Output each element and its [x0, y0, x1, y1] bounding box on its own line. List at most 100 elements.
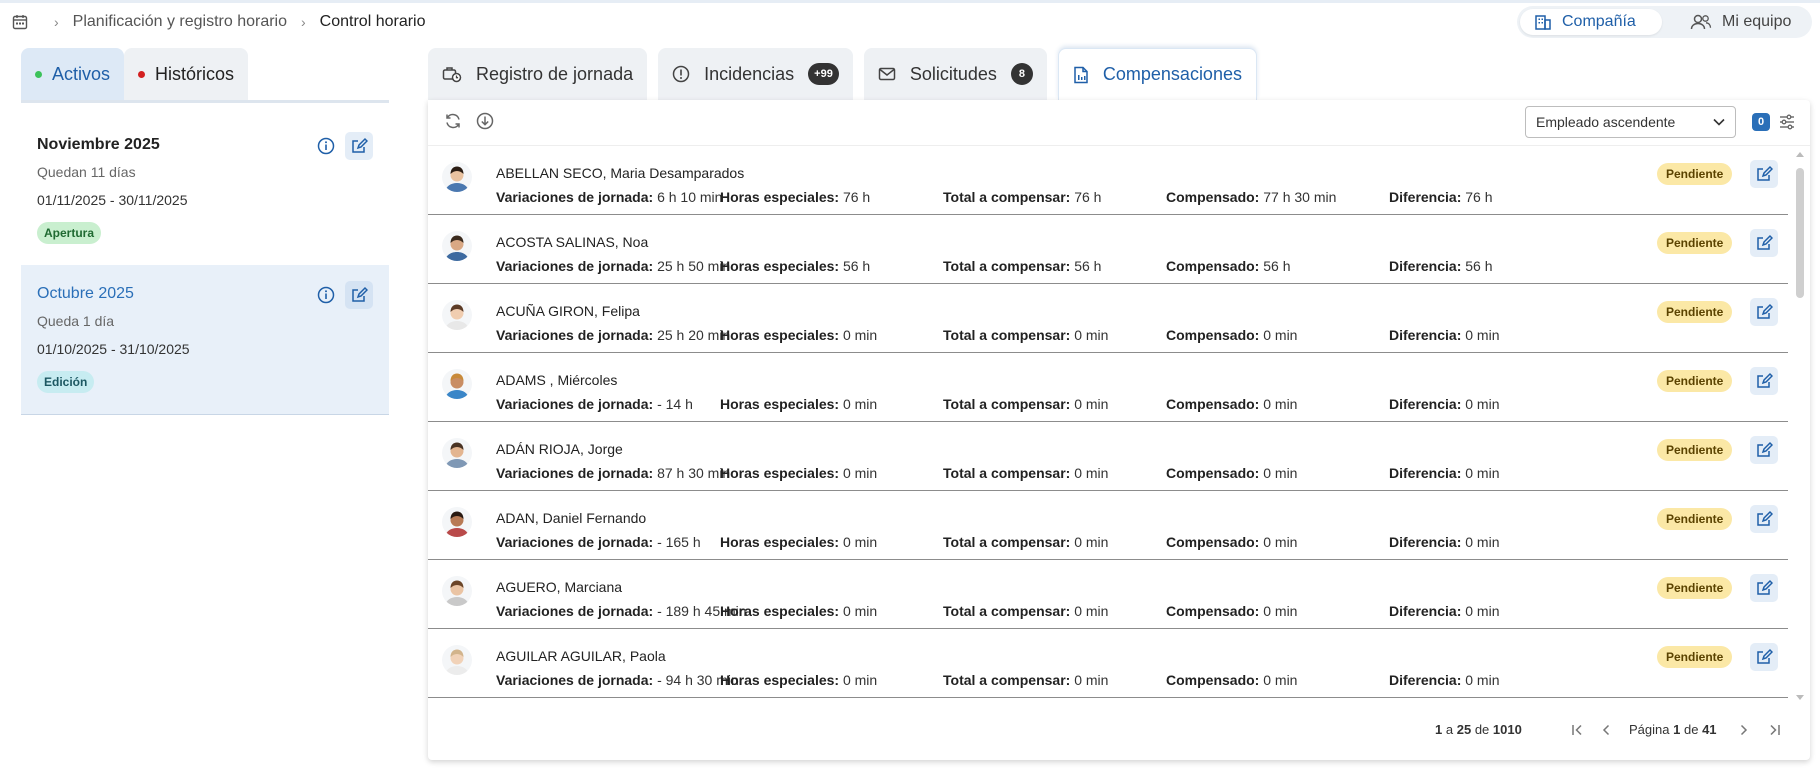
tab-active[interactable]: Activos — [21, 48, 125, 100]
filter-settings-icon[interactable] — [1778, 113, 1796, 131]
edit-row-button[interactable] — [1750, 574, 1778, 602]
edit-period-button[interactable] — [345, 132, 373, 160]
table-row[interactable]: ADAMS , Miércoles Variaciones de jornada:… — [428, 353, 1788, 422]
table-row[interactable]: ADÁN RIOJA, Jorge Variaciones de jornada:… — [428, 422, 1788, 491]
status-badge: Pendiente — [1657, 577, 1733, 599]
table-row[interactable]: AGUILAR AGUILAR, Paola Variaciones de jor… — [428, 629, 1788, 698]
field-label: Horas especiales: — [720, 465, 840, 481]
field-total: Total a compensar: 0 min — [943, 603, 1108, 619]
field-label: Diferencia: — [1389, 327, 1462, 343]
info-icon[interactable] — [317, 137, 335, 155]
page-de: de — [1683, 722, 1699, 737]
field-value: 0 min — [1263, 465, 1298, 481]
edit-period-button[interactable] — [345, 281, 373, 309]
field-difference: Diferencia: 0 min — [1389, 396, 1499, 412]
edit-row-button[interactable] — [1750, 160, 1778, 188]
edit-row-button[interactable] — [1750, 298, 1778, 326]
first-page-button[interactable] — [1568, 720, 1588, 740]
filter-count-badge[interactable]: 0 — [1752, 113, 1770, 131]
last-page-button[interactable] — [1764, 720, 1784, 740]
employee-name[interactable]: ADÁN RIOJA, Jorge — [496, 441, 623, 457]
edit-row-button[interactable] — [1750, 436, 1778, 464]
sort-select[interactable]: Empleado ascendente — [1525, 106, 1736, 138]
company-label: Compañía — [1562, 13, 1636, 30]
employee-name[interactable]: ABELLAN SECO, Maria Desamparados — [496, 165, 744, 181]
tab-history-label: Históricos — [155, 63, 235, 84]
tab-history[interactable]: Históricos — [124, 48, 249, 100]
table-row[interactable]: ACUÑA GIRON, Felipa Variaciones de jornad… — [428, 284, 1788, 353]
left-tabs: Activos Históricos — [21, 48, 389, 103]
pagination-range: 1 a 25 de 1010 — [1435, 722, 1522, 737]
employee-name[interactable]: ADAMS , Miércoles — [496, 372, 617, 388]
field-label: Diferencia: — [1389, 534, 1462, 550]
edit-row-button[interactable] — [1750, 367, 1778, 395]
field-label: Diferencia: — [1389, 258, 1462, 274]
period-dates: 01/11/2025 - 30/11/2025 — [37, 192, 188, 208]
refresh-icon[interactable] — [444, 112, 462, 130]
table-row[interactable]: AGUERO, Marciana Variaciones de jornada: … — [428, 560, 1788, 629]
page-word: Página — [1629, 722, 1670, 737]
field-value: 56 h — [842, 258, 871, 274]
scroll-up-icon[interactable] — [1795, 150, 1805, 158]
solicitudes-count-badge: 8 — [1010, 63, 1033, 85]
breadcrumb: › Planificación y registro horario › Con… — [12, 10, 426, 34]
table-row[interactable]: ACOSTA SALINAS, Noa Variaciones de jornad… — [428, 215, 1788, 284]
breadcrumb-item-planning[interactable]: Planificación y registro horario — [73, 13, 287, 31]
field-label: Total a compensar: — [943, 534, 1071, 550]
range-to: 25 — [1456, 722, 1472, 737]
period-card[interactable]: Octubre 2025 Queda 1 día 01/10/2025 - 31… — [21, 265, 389, 415]
sort-value: Empleado ascendente — [1536, 114, 1676, 130]
scroll-down-icon[interactable] — [1795, 694, 1805, 702]
company-option[interactable]: Compañía — [1520, 9, 1662, 35]
scrollbar[interactable] — [1794, 150, 1804, 702]
table-row[interactable]: ABELLAN SECO, Maria Desamparados Variacio… — [428, 146, 1788, 215]
tab-registro-jornada[interactable]: Registro de jornada — [428, 48, 648, 100]
field-label: Horas especiales: — [720, 189, 840, 205]
avatar — [442, 645, 472, 675]
tab-compensaciones[interactable]: Compensaciones — [1057, 48, 1257, 100]
field-label: Total a compensar: — [943, 465, 1071, 481]
employee-name[interactable]: AGUERO, Marciana — [496, 579, 622, 595]
calendar-icon[interactable] — [12, 14, 28, 30]
period-card[interactable]: Noviembre 2025 Quedan 11 días 01/11/2025… — [21, 116, 389, 266]
period-remaining: Queda 1 día — [37, 313, 115, 329]
main-tabs: Registro de jornada Incidencias +99 Soli… — [428, 48, 1257, 100]
pagination: 1 a 25 de 1010 Página 1 de 41 — [428, 708, 1810, 754]
field-label: Compensado: — [1166, 396, 1260, 412]
mail-icon — [878, 67, 896, 81]
download-icon[interactable] — [476, 112, 494, 130]
field-value: 0 min — [1263, 672, 1298, 688]
field-variations: Variaciones de jornada: - 189 h 45 min — [496, 603, 747, 619]
field-label: Variaciones de jornada: — [496, 327, 654, 343]
field-difference: Diferencia: 0 min — [1389, 603, 1499, 619]
field-special: Horas especiales: 56 h — [720, 258, 870, 274]
edit-row-button[interactable] — [1750, 643, 1778, 671]
first-page-icon — [1572, 724, 1582, 736]
previous-page-button[interactable] — [1596, 720, 1616, 740]
scroll-thumb[interactable] — [1796, 168, 1804, 298]
field-difference: Diferencia: 0 min — [1389, 672, 1499, 688]
employee-name[interactable]: AGUILAR AGUILAR, Paola — [496, 648, 666, 664]
employee-name[interactable]: ACOSTA SALINAS, Noa — [496, 234, 648, 250]
employee-name[interactable]: ADAN, Daniel Fernando — [496, 510, 646, 526]
incidencias-count-badge: +99 — [808, 63, 839, 85]
field-value: 56 h — [1465, 258, 1493, 274]
tab-solicitudes[interactable]: Solicitudes 8 — [863, 48, 1047, 100]
field-value: 0 min — [842, 465, 878, 481]
field-value: 0 min — [1263, 603, 1298, 619]
team-option[interactable]: Mi equipo — [1676, 9, 1805, 35]
field-total: Total a compensar: 76 h — [943, 189, 1101, 205]
team-label: Mi equipo — [1722, 13, 1792, 30]
field-special: Horas especiales: 0 min — [720, 465, 877, 481]
employee-name[interactable]: ACUÑA GIRON, Felipa — [496, 303, 640, 319]
top-border — [0, 0, 1820, 3]
next-page-button[interactable] — [1734, 720, 1754, 740]
field-label: Variaciones de jornada: — [496, 258, 654, 274]
field-label: Horas especiales: — [720, 258, 840, 274]
edit-row-button[interactable] — [1750, 229, 1778, 257]
tab-incidencias[interactable]: Incidencias +99 — [658, 48, 853, 100]
table-row[interactable]: ADAN, Daniel Fernando Variaciones de jorn… — [428, 491, 1788, 560]
info-icon[interactable] — [317, 286, 335, 304]
period-status-badge: Apertura — [37, 222, 102, 244]
edit-row-button[interactable] — [1750, 505, 1778, 533]
